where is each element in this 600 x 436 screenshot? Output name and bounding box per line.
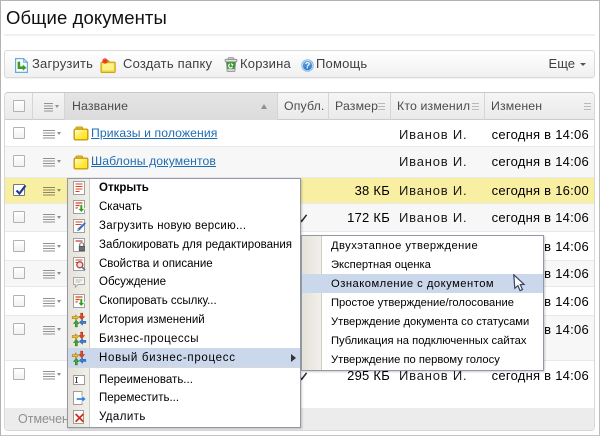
- svg-text:?: ?: [305, 61, 310, 71]
